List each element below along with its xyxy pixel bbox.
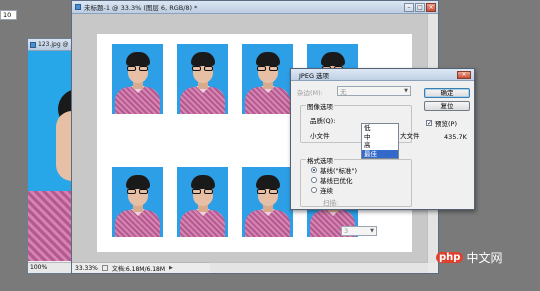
quality-row: 品质(Q): [310, 115, 335, 125]
dropdown-option-maximum[interactable]: 最佳 [362, 149, 398, 158]
large-file-label: 大文件 [400, 132, 420, 140]
watermark-logo: php [436, 252, 464, 263]
matte-value: 无 [340, 88, 347, 96]
format-baseline-standard-label: 基线("标准") [320, 167, 358, 175]
id-photo [112, 167, 163, 237]
id-photo [177, 167, 228, 237]
main-window-statusbar: 33.33% 文档:6.18M/6.18M ▶ [72, 262, 210, 273]
scans-value: 3 [344, 227, 349, 235]
file-size-row: 435.7K [444, 133, 467, 141]
id-photo [112, 44, 163, 114]
main-window-titlebar[interactable]: 未标题-1 @ 33.3% (图层 6, RGB/8) * – □ × [72, 1, 438, 14]
dropdown-option-medium[interactable]: 中 [362, 133, 398, 142]
radio-icon[interactable] [311, 187, 317, 193]
horizontal-scrollbar[interactable] [210, 262, 428, 273]
checkbox-checked-icon[interactable]: ✓ [426, 120, 432, 127]
minimize-icon[interactable]: – [404, 2, 414, 12]
scans-select[interactable]: 3 ▼ [341, 226, 377, 236]
radio-checked-icon[interactable] [311, 167, 317, 173]
site-watermark: php 中文网 [436, 249, 502, 266]
format-options-title: 格式选项 [306, 155, 334, 165]
matte-row: 杂边(M): [297, 87, 323, 97]
preview-label: 预览(P) [435, 120, 457, 128]
radio-icon[interactable] [311, 177, 317, 183]
preview-option[interactable]: ✓ 预览(P) [426, 118, 457, 128]
id-photo [242, 167, 293, 237]
status-menu-arrow-icon[interactable]: ▶ [169, 265, 173, 271]
format-progressive-option[interactable]: 连续 [311, 185, 333, 195]
chevron-down-icon: ▼ [404, 88, 408, 94]
chevron-down-icon: ▼ [370, 228, 374, 234]
id-photo [177, 44, 228, 114]
main-zoom-level[interactable]: 33.33% [75, 265, 98, 272]
format-baseline-optimized-label: 基线已优化 [320, 177, 353, 185]
dialog-titlebar[interactable]: JPEG 选项 × [291, 69, 474, 81]
scans-label: 扫描: [323, 199, 339, 207]
file-size-labels: 小文件 [310, 130, 330, 140]
dialog-close-icon[interactable]: × [457, 70, 471, 79]
dropdown-option-high[interactable]: 高 [362, 141, 398, 150]
main-window-title: 未标题-1 @ 33.3% (图层 6, RGB/8) * [84, 4, 198, 12]
format-baseline-standard-option[interactable]: 基线("标准") [311, 165, 357, 175]
large-file-row: 大文件 [400, 130, 420, 140]
file-size-value: 435.7K [444, 133, 467, 141]
quality-dropdown-list[interactable]: 低 中 高 最佳 [361, 123, 399, 159]
matte-label: 杂边(M): [297, 89, 323, 97]
ok-button[interactable]: 确定 [424, 88, 470, 98]
image-options-title: 图像选项 [306, 101, 334, 111]
document-size-info: 文档:6.18M/6.18M [111, 265, 166, 273]
scans-row: 扫描: [323, 197, 338, 207]
reset-button[interactable]: 复位 [424, 101, 470, 111]
close-icon[interactable]: × [426, 2, 436, 12]
small-file-label: 小文件 [310, 132, 330, 140]
matte-select[interactable]: 无 ▼ [337, 86, 411, 96]
format-baseline-optimized-option[interactable]: 基线已优化 [311, 175, 353, 185]
dropdown-option-low[interactable]: 低 [362, 124, 398, 133]
quality-input[interactable]: 10 [0, 10, 17, 20]
status-separator-icon [101, 265, 108, 271]
format-progressive-label: 连续 [320, 187, 333, 195]
id-photo [242, 44, 293, 114]
quality-label: 品质(Q): [310, 117, 336, 125]
document-icon [30, 41, 36, 48]
dialog-title: JPEG 选项 [299, 71, 330, 80]
watermark-text: 中文网 [466, 251, 503, 265]
background-zoom-level[interactable]: 100% [30, 264, 47, 271]
maximize-icon[interactable]: □ [415, 2, 425, 12]
document-icon [75, 4, 81, 10]
